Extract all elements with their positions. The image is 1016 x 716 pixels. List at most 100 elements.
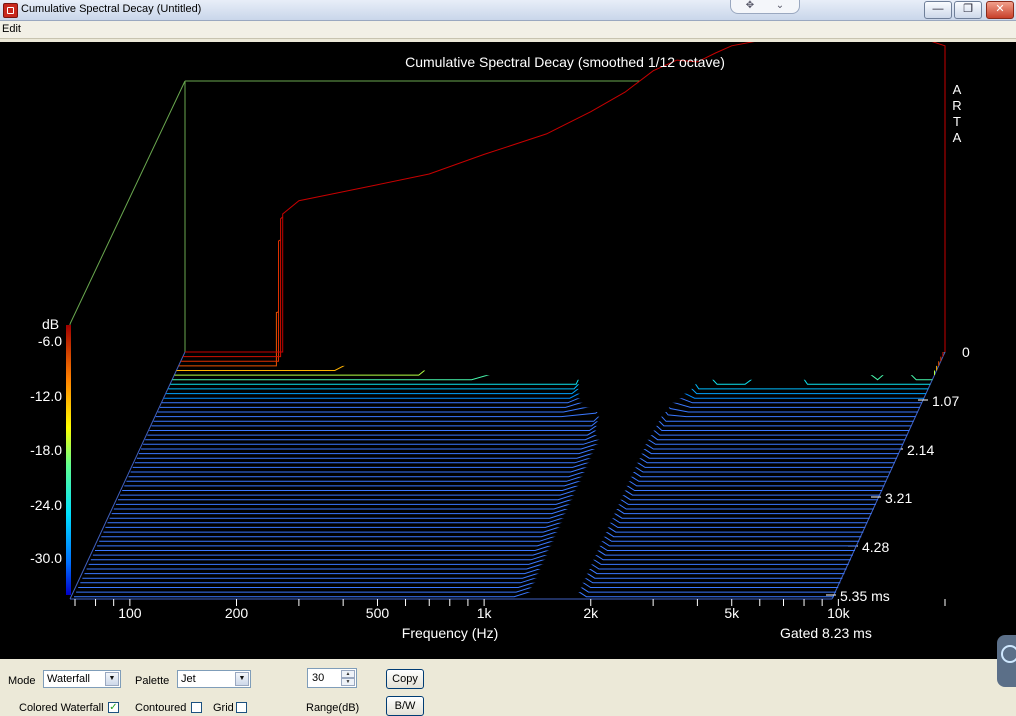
floor-left-edge (69, 351, 186, 600)
copy-button[interactable]: Copy (386, 669, 424, 689)
chevron-down-icon[interactable]: ▼ (105, 672, 119, 686)
decay-slice (103, 518, 864, 533)
menu-bar: Edit (0, 21, 1016, 39)
menu-edit[interactable]: Edit (2, 23, 21, 35)
z-tick-label: 3.21 (885, 490, 912, 506)
decay-slice (136, 444, 897, 459)
left-wall-edge (69, 80, 186, 325)
decay-slice (120, 481, 881, 496)
palette-select[interactable]: Jet ▼ (177, 670, 251, 688)
watermark-letter: A (953, 82, 962, 97)
spin-up-icon[interactable]: ▲ (341, 670, 355, 678)
decay-slice (107, 508, 868, 524)
side-panel-tab[interactable] (997, 635, 1016, 687)
decay-slice (134, 448, 895, 464)
bw-button[interactable]: B/W (386, 696, 424, 716)
decay-slice (118, 485, 878, 501)
minimize-button[interactable]: — (924, 1, 952, 19)
decay-slice (141, 435, 901, 450)
palette-label: Palette (135, 675, 170, 687)
y-tick-label: -18.0 (30, 442, 62, 458)
decay-slice (109, 504, 870, 519)
decay-slice (115, 490, 876, 505)
decay-slice (138, 439, 899, 455)
colorbar (66, 325, 71, 595)
titlebar-tab[interactable]: ✥ ⌄ (730, 0, 800, 14)
x-tick-label: 10k (827, 605, 851, 621)
z-tick-label: 4.28 (862, 539, 889, 555)
decay-slice (88, 550, 849, 565)
y-tick-label: -12.0 (30, 388, 62, 404)
x-axis-label: Frequency (Hz) (402, 625, 498, 641)
gated-label: Gated 8.23 ms (780, 625, 872, 641)
spin-down-icon[interactable]: ▼ (341, 678, 355, 686)
decay-slice (84, 559, 845, 575)
decay-slice (122, 476, 883, 491)
decay-slice (113, 495, 874, 510)
y-tick-label: -24.0 (30, 497, 62, 513)
x-tick-label: 200 (225, 605, 249, 621)
decay-slice (80, 568, 841, 584)
z-tick-label: 5.35 ms (840, 588, 890, 604)
mode-value: Waterfall (47, 673, 90, 685)
title-bar: Cumulative Spectral Decay (Untitled) ✥ ⌄ … (0, 0, 1016, 21)
waterfall-chart: Cumulative Spectral Decay (smoothed 1/12… (30, 42, 970, 641)
y-tick-label: -6.0 (38, 333, 62, 349)
decay-slice (132, 453, 893, 468)
x-tick-label: 2k (583, 605, 599, 621)
x-tick-label: 1k (477, 605, 493, 621)
decay-slice (92, 541, 853, 556)
decay-slice (145, 424, 906, 441)
decay-slice (111, 499, 872, 515)
close-button[interactable]: ✕ (986, 1, 1014, 19)
watermark-letter: A (953, 130, 962, 145)
decay-slice (78, 573, 839, 588)
decay-slice (128, 462, 889, 478)
chart-title: Cumulative Spectral Decay (smoothed 1/12… (405, 54, 725, 70)
decay-slice (130, 458, 891, 473)
app-icon (3, 3, 18, 18)
colored-waterfall-checkbox[interactable]: ✓ (108, 702, 119, 713)
x-tick-label: 100 (118, 605, 142, 621)
decay-slice (143, 430, 904, 445)
z-tick-label: 0 (962, 344, 970, 360)
watermark-letter: R (952, 98, 961, 113)
x-tick-label: 5k (724, 605, 740, 621)
decay-slice (147, 417, 908, 436)
z-tick-label: 1.07 (932, 393, 959, 409)
decay-slice (101, 522, 862, 538)
range-value: 30 (312, 672, 325, 684)
grid-checkbox[interactable] (236, 702, 247, 713)
colored-waterfall-label: Colored Waterfall (19, 702, 104, 714)
decay-slice (124, 471, 885, 487)
decay-slice (86, 555, 847, 570)
decay-slice (90, 545, 851, 561)
chevron-down-icon[interactable]: ▼ (235, 672, 249, 686)
watermark-letter: T (953, 114, 961, 129)
range-label: Range(dB) (306, 702, 360, 714)
contoured-checkbox[interactable] (191, 702, 202, 713)
range-spinner[interactable]: 30 ▲ ▼ (307, 668, 357, 688)
decay-slice (126, 467, 887, 482)
mode-select[interactable]: Waterfall ▼ (43, 670, 121, 688)
mode-label: Mode (8, 675, 36, 687)
control-panel: Mode Waterfall ▼ Palette Jet ▼ 30 ▲ ▼ Ra… (0, 660, 1016, 716)
decay-slice (95, 536, 855, 551)
plot-area: Cumulative Spectral Decay (smoothed 1/12… (0, 42, 1016, 659)
decay-slice (151, 402, 912, 427)
decay-slice (99, 527, 860, 542)
window-title: Cumulative Spectral Decay (Untitled) (21, 3, 202, 15)
grid-label: Grid (213, 702, 234, 714)
z-tick-label: 2.14 (907, 442, 934, 458)
decay-slice (185, 42, 946, 353)
decay-slice (149, 410, 910, 431)
chevron-down-icon[interactable]: ⌄ (765, 0, 795, 12)
decay-slice (105, 513, 866, 528)
decay-slice (76, 578, 837, 593)
decay-slice (74, 582, 834, 598)
decay-slice (97, 532, 858, 547)
contoured-label: Contoured (135, 702, 187, 714)
move-icon[interactable]: ✥ (735, 0, 765, 12)
restore-button[interactable]: ❐ (954, 1, 982, 19)
x-tick-label: 500 (366, 605, 390, 621)
